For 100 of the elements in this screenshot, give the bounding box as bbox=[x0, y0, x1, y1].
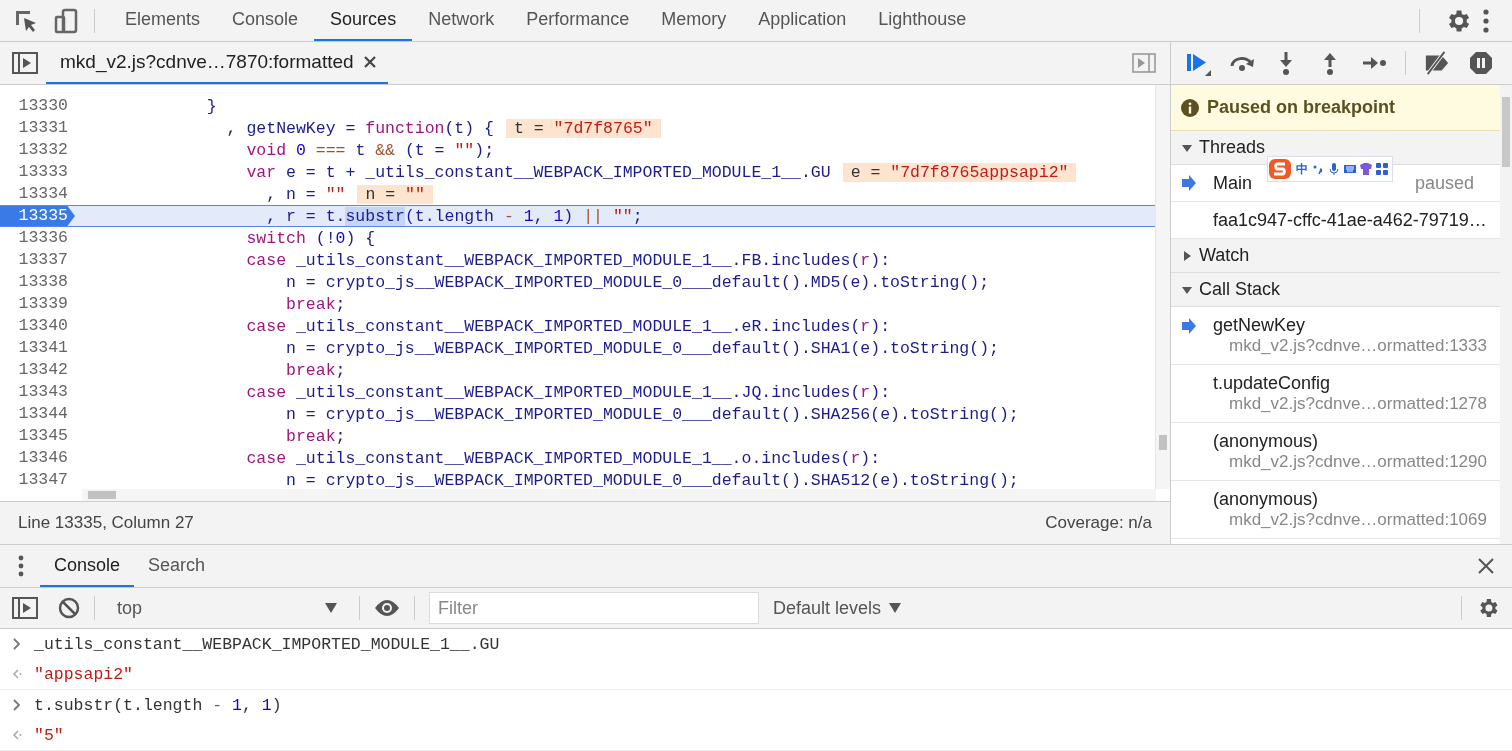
deactivate-breakpoints-icon[interactable] bbox=[1424, 50, 1450, 76]
inline-value: n = "" bbox=[357, 184, 433, 204]
code-text: n = crypto_js__WEBPACK_IMPORTED_MODULE_0___default().SHA1(e).toString(); bbox=[285, 338, 999, 358]
ime-logo-icon[interactable] bbox=[1268, 158, 1292, 180]
section-header[interactable]: Call Stack bbox=[1171, 273, 1500, 307]
sidebar-toggle-icon[interactable] bbox=[12, 597, 38, 619]
code-text: case _utils_constant__WEBPACK_IMPORTED_MODULE_1__.JQ.includes(r): bbox=[245, 382, 891, 402]
thread-name: Main bbox=[1213, 172, 1252, 194]
code-text: n = crypto_js__WEBPACK_IMPORTED_MODULE_0___default().MD5(e).toString(); bbox=[285, 272, 990, 292]
function-name: (anonymous) bbox=[1213, 431, 1319, 452]
grid-icon[interactable] bbox=[1376, 163, 1388, 175]
code-text: case _utils_constant__WEBPACK_IMPORTED_MODULE_1__.FB.includes(r): bbox=[245, 250, 891, 270]
line-number[interactable]: 13344 bbox=[0, 404, 75, 424]
result-arrow-icon bbox=[12, 728, 22, 742]
panel-tab[interactable]: Memory bbox=[645, 0, 743, 41]
code-text: , n = "" bbox=[265, 184, 346, 204]
scrollbar[interactable] bbox=[1155, 85, 1170, 489]
function-name: getNewKey bbox=[1213, 315, 1306, 336]
frame-location[interactable]: mkd_v2.js?cdnve…ormatted:1290 bbox=[1229, 452, 1500, 472]
ime-status-menu[interactable]: 中 bbox=[1267, 156, 1393, 182]
collapsed-triangle-icon[interactable] bbox=[1181, 249, 1193, 262]
line-number[interactable]: 13335 bbox=[0, 206, 75, 226]
thread-status: paused bbox=[1414, 172, 1474, 194]
line-number[interactable]: 13339 bbox=[0, 294, 75, 314]
dropdown-caret-icon bbox=[889, 603, 902, 613]
context-dropdown[interactable]: top bbox=[109, 597, 345, 619]
line-number[interactable]: 13340 bbox=[0, 316, 75, 336]
line-number[interactable]: 13332 bbox=[0, 140, 75, 160]
eye-icon[interactable] bbox=[374, 599, 400, 617]
code-text: , getNewKey = function(t) { bbox=[225, 118, 494, 138]
filter-field[interactable]: Filter bbox=[429, 592, 759, 624]
thread-name: faa1c947-cffc-41ae-a462-79719… bbox=[1213, 209, 1487, 231]
panel-tab[interactable]: Performance bbox=[510, 0, 646, 41]
keyboard-icon[interactable] bbox=[1344, 163, 1356, 175]
panel-tab[interactable]: Elements bbox=[109, 0, 217, 41]
inline-value: e = "7d7f8765appsapi2" bbox=[842, 162, 1077, 182]
line-number[interactable]: 13338 bbox=[0, 272, 75, 292]
log-levels-dropdown[interactable]: Default levels bbox=[773, 597, 902, 619]
command-text: _utils_constant__WEBPACK_IMPORTED_MODULE_1__.GU bbox=[34, 634, 500, 654]
line-number[interactable]: 13345 bbox=[0, 426, 75, 446]
frame-location[interactable]: mkd_v2.js?cdnve…ormatted:1333 bbox=[1229, 336, 1500, 356]
drawer-tab[interactable]: Search bbox=[134, 545, 220, 587]
close-icon[interactable] bbox=[1478, 558, 1494, 574]
function-name: t.updateConfig bbox=[1213, 373, 1331, 394]
inline-value: t = "7d7f8765" bbox=[506, 118, 661, 138]
line-number[interactable]: 13330 bbox=[0, 96, 75, 116]
line-number[interactable]: 13341 bbox=[0, 338, 75, 358]
shirt-icon[interactable] bbox=[1360, 163, 1372, 175]
drawer-menu-icon[interactable] bbox=[18, 555, 24, 577]
paused-message: Paused on breakpoint bbox=[1207, 97, 1396, 118]
navigator-toggle-icon[interactable] bbox=[12, 52, 38, 74]
device-toolbar-icon[interactable] bbox=[52, 6, 80, 35]
line-number[interactable]: 13337 bbox=[0, 250, 75, 270]
info-icon bbox=[1181, 98, 1199, 117]
code-text: switch (!0) { bbox=[245, 228, 376, 248]
code-text: } bbox=[205, 96, 217, 116]
panel-tab[interactable]: Application bbox=[742, 0, 863, 41]
pause-on-exceptions-icon[interactable] bbox=[1468, 50, 1494, 76]
line-number[interactable]: 13346 bbox=[0, 448, 75, 468]
panel-tab[interactable]: Lighthouse bbox=[862, 0, 983, 41]
panel-tab[interactable]: Console bbox=[216, 0, 315, 41]
coverage-status: Coverage: n/a bbox=[1045, 513, 1152, 533]
microphone-icon[interactable] bbox=[1328, 163, 1340, 175]
command-text: t.substr(t.length - 1, 1) bbox=[34, 695, 282, 715]
line-number[interactable]: 13336 bbox=[0, 228, 75, 248]
code-text: case _utils_constant__WEBPACK_IMPORTED_MODULE_1__.o.includes(r): bbox=[245, 448, 881, 468]
scrollbar[interactable] bbox=[82, 489, 1156, 501]
code-text: var e = t + _utils_constant__WEBPACK_IMPORTED_MODULE_1__.GU bbox=[245, 162, 831, 182]
dropdown-caret-icon bbox=[325, 603, 337, 613]
code-text: n = crypto_js__WEBPACK_IMPORTED_MODULE_0___default().SHA512(e).toString(); bbox=[285, 470, 1019, 489]
line-number[interactable]: 13333 bbox=[0, 162, 75, 182]
code-text: break; bbox=[285, 426, 346, 446]
line-number[interactable]: 13331 bbox=[0, 118, 75, 138]
scrollbar[interactable] bbox=[1500, 85, 1512, 544]
code-text: void 0 === t && (t = ""); bbox=[245, 140, 495, 160]
input-prompt-icon bbox=[12, 698, 22, 712]
code-text: , r = t.substr(t.length - 1, 1) || ""; bbox=[265, 206, 643, 226]
panel-tab[interactable]: Network bbox=[412, 0, 511, 41]
result-text: "appsapi2" bbox=[34, 664, 134, 684]
frame-location[interactable]: mkd_v2.js?cdnve…ormatted:1069 bbox=[1229, 510, 1500, 530]
line-number[interactable]: 13334 bbox=[0, 184, 75, 204]
more-menu-icon[interactable] bbox=[1482, 7, 1490, 34]
result-text: "5" bbox=[34, 725, 64, 745]
close-icon[interactable] bbox=[363, 56, 376, 68]
line-number[interactable]: 13343 bbox=[0, 382, 75, 402]
line-number[interactable]: 13347 bbox=[0, 470, 75, 489]
frame-location[interactable]: mkd_v2.js?cdnve…ormatted:1278 bbox=[1229, 394, 1500, 414]
code-text: case _utils_constant__WEBPACK_IMPORTED_MODULE_1__.eR.includes(r): bbox=[245, 316, 891, 336]
input-prompt-icon bbox=[12, 637, 22, 651]
cursor-position: Line 13335, Column 27 bbox=[18, 513, 194, 533]
clear-console-icon[interactable] bbox=[58, 597, 80, 619]
code-text: n = crypto_js__WEBPACK_IMPORTED_MODULE_0___default().SHA256(e).toString(); bbox=[285, 404, 1019, 424]
line-number[interactable]: 13342 bbox=[0, 360, 75, 380]
code-text: break; bbox=[285, 294, 346, 314]
result-arrow-icon bbox=[12, 667, 22, 681]
code-text: break; bbox=[285, 360, 346, 380]
debugger-toggle-icon[interactable] bbox=[1132, 53, 1156, 73]
punctuation-icon[interactable] bbox=[1312, 163, 1324, 175]
function-name: (anonymous) bbox=[1213, 489, 1319, 510]
section-header[interactable]: Watch bbox=[1171, 239, 1500, 273]
